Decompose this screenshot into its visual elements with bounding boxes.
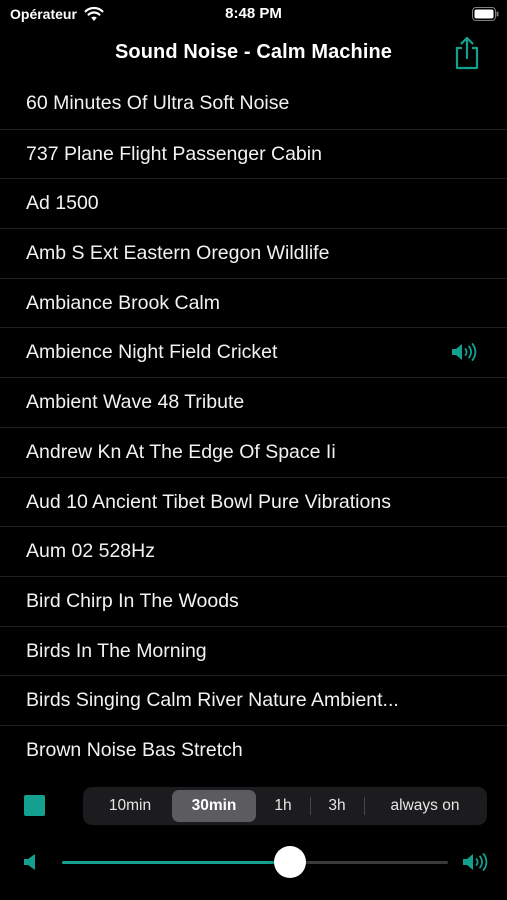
sound-row[interactable]: Birds In The Morning bbox=[0, 625, 507, 676]
sound-row[interactable]: Aud 10 Ancient Tibet Bowl Pure Vibration… bbox=[0, 476, 507, 527]
volume-slider-fill bbox=[62, 861, 290, 864]
stop-button[interactable] bbox=[24, 795, 45, 816]
battery-icon bbox=[472, 7, 499, 21]
sound-row[interactable]: Aum 02 528Hz bbox=[0, 526, 507, 576]
timer-option-always-on[interactable]: always on bbox=[365, 790, 485, 822]
sound-label: Birds Singing Calm River Nature Ambient.… bbox=[26, 689, 399, 712]
sound-row-playing[interactable]: Ambience Night Field Cricket bbox=[0, 327, 507, 377]
sound-label: Amb S Ext Eastern Oregon Wildlife bbox=[26, 242, 330, 265]
volume-high-icon bbox=[463, 853, 488, 871]
sound-label: Aum 02 528Hz bbox=[26, 540, 155, 563]
sound-label: Ambiance Brook Calm bbox=[26, 291, 220, 314]
share-icon bbox=[455, 36, 479, 70]
sound-row[interactable]: Ambiance Brook Calm bbox=[0, 277, 507, 328]
timer-segmented-control: 10min 30min 1h 3h always on bbox=[83, 787, 487, 825]
status-bar: Opérateur 8:48 PM bbox=[0, 0, 507, 30]
timer-option-1h[interactable]: 1h bbox=[257, 790, 309, 822]
sound-label: Birds In The Morning bbox=[26, 639, 207, 662]
volume-slider-thumb[interactable] bbox=[273, 846, 306, 878]
speaker-playing-icon bbox=[452, 343, 477, 362]
sound-label: Ambient Wave 48 Tribute bbox=[26, 391, 245, 414]
timer-option-3h[interactable]: 3h bbox=[311, 790, 363, 822]
sound-row[interactable]: 60 Minutes Of Ultra Soft Noise bbox=[0, 79, 507, 129]
sound-row[interactable]: Brown Noise Bas Stretch bbox=[0, 724, 507, 775]
sound-label: Aud 10 Ancient Tibet Bowl Pure Vibration… bbox=[26, 490, 391, 513]
sound-row[interactable]: Amb S Ext Eastern Oregon Wildlife bbox=[0, 228, 507, 278]
sound-row[interactable]: Ad 1500 bbox=[0, 178, 507, 228]
sound-label: Ad 1500 bbox=[26, 192, 99, 215]
sound-label: 737 Plane Flight Passenger Cabin bbox=[26, 142, 322, 165]
volume-low-icon bbox=[24, 854, 35, 870]
sound-label: Andrew Kn At The Edge Of Space Ii bbox=[26, 440, 336, 463]
sound-label: Ambience Night Field Cricket bbox=[26, 341, 278, 364]
sound-row[interactable]: 737 Plane Flight Passenger Cabin bbox=[0, 128, 507, 179]
sound-row[interactable]: Bird Chirp In The Woods bbox=[0, 575, 507, 626]
volume-slider[interactable] bbox=[62, 846, 448, 878]
sound-label: Brown Noise Bas Stretch bbox=[26, 738, 243, 761]
sound-label: 60 Minutes Of Ultra Soft Noise bbox=[26, 92, 290, 114]
sound-row[interactable]: Andrew Kn At The Edge Of Space Ii bbox=[0, 426, 507, 477]
sound-row[interactable]: Ambient Wave 48 Tribute bbox=[0, 377, 507, 427]
timer-option-30min[interactable]: 30min bbox=[172, 790, 256, 822]
share-button[interactable] bbox=[452, 36, 482, 70]
timer-option-10min[interactable]: 10min bbox=[89, 790, 171, 822]
sound-label: Bird Chirp In The Woods bbox=[26, 589, 239, 612]
status-time: 8:48 PM bbox=[225, 5, 282, 22]
nav-bar: Sound Noise - Calm Machine bbox=[0, 30, 507, 78]
page-title: Sound Noise - Calm Machine bbox=[114, 41, 393, 63]
sound-row[interactable]: Birds Singing Calm River Nature Ambient.… bbox=[0, 675, 507, 725]
sound-list: 60 Minutes Of Ultra Soft Noise 737 Plane… bbox=[0, 79, 507, 775]
